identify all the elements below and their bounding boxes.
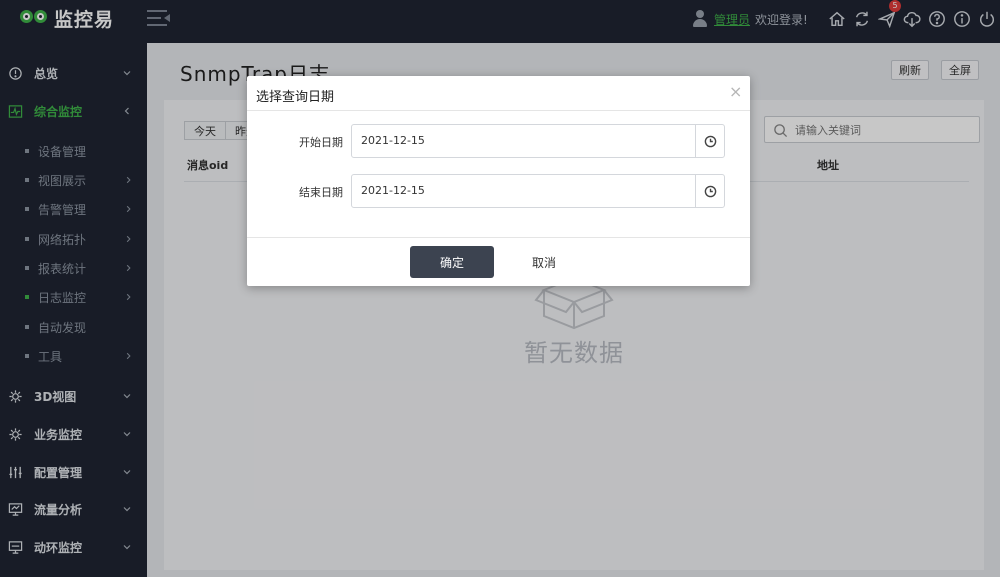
end-date-field[interactable]: 2021-12-15	[351, 174, 725, 208]
cancel-button[interactable]: 取消	[511, 246, 577, 278]
clock-icon[interactable]	[695, 125, 725, 157]
start-date-value: 2021-12-15	[361, 134, 425, 147]
confirm-button[interactable]: 确定	[410, 246, 494, 278]
date-picker-dialog: 选择查询日期 × 开始日期 2021-12-15 结束日期 2021-12-15…	[247, 76, 750, 286]
dialog-footer-divider	[247, 237, 750, 238]
start-date-label: 开始日期	[299, 136, 343, 149]
end-date-label: 结束日期	[299, 186, 343, 199]
end-date-value: 2021-12-15	[361, 184, 425, 197]
clock-icon[interactable]	[695, 175, 725, 207]
close-icon[interactable]: ×	[729, 84, 742, 100]
dialog-title: 选择查询日期	[256, 90, 335, 105]
dialog-divider	[247, 110, 750, 111]
start-date-field[interactable]: 2021-12-15	[351, 124, 725, 158]
